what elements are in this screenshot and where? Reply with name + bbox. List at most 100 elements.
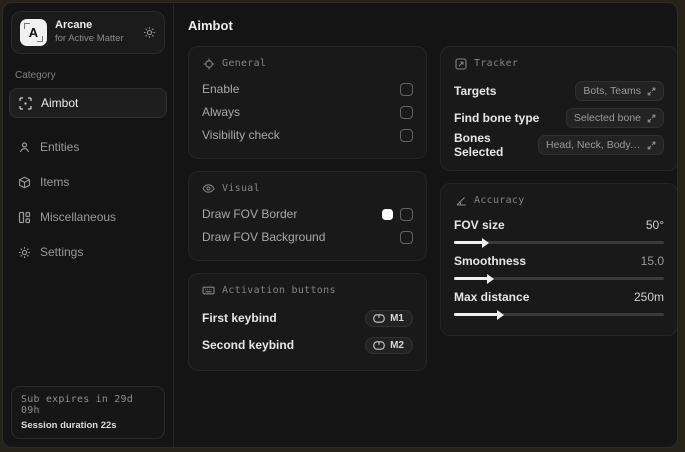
sidebar-item-label: Settings <box>40 245 84 259</box>
find-bone-type-row: Find bone type Selected bone <box>454 105 664 131</box>
fov-size-label: FOV size <box>454 218 505 232</box>
main-content: Aimbot General Enable Always Visibility … <box>174 3 677 447</box>
draw-fov-border-checkbox[interactable] <box>400 207 413 221</box>
second-keybind-value: M2 <box>390 339 404 351</box>
first-keybind-label: First keybind <box>202 311 277 325</box>
sidebar: A Arcane for Active Matter Category Aimb… <box>3 3 174 447</box>
sidebar-item-aimbot[interactable]: Aimbot <box>9 88 167 118</box>
targets-label: Targets <box>454 84 497 98</box>
sidebar-item-label: Miscellaneous <box>40 210 117 224</box>
enable-row: Enable <box>202 78 413 100</box>
cube-icon <box>17 175 31 189</box>
max-distance-slider[interactable] <box>454 309 664 320</box>
category-label: Category <box>15 70 56 81</box>
tracker-card: Tracker Targets Bots, Teams Find bone ty… <box>440 46 677 171</box>
accuracy-card-title: Accuracy <box>474 195 525 206</box>
eye-icon <box>202 182 215 195</box>
sidebar-item-settings[interactable]: Settings <box>9 238 167 266</box>
general-card-title: General <box>222 58 267 69</box>
gear-icon <box>17 245 31 259</box>
targets-value: Bots, Teams <box>583 85 641 97</box>
second-keybind-row: Second keybind M2 <box>202 332 413 358</box>
accuracy-card: Accuracy FOV size 50° Smoothness 15.0 Ma… <box>440 183 677 336</box>
max-distance-label: Max distance <box>454 290 530 304</box>
sidebar-item-items[interactable]: Items <box>9 168 167 196</box>
always-checkbox[interactable] <box>400 105 413 119</box>
visibility-check-checkbox[interactable] <box>400 128 413 142</box>
bones-selected-row: Bones Selected Head, Neck, Body, Pe.. <box>454 131 664 159</box>
first-keybind-value: M1 <box>390 312 404 324</box>
tracker-card-title: Tracker <box>474 58 519 69</box>
brand-title: Arcane <box>55 19 93 32</box>
smoothness-slider[interactable] <box>454 273 664 284</box>
gear-icon[interactable] <box>143 26 156 39</box>
person-radar-icon <box>17 140 31 154</box>
bones-selected-select[interactable]: Head, Neck, Body, Pe.. <box>538 135 664 155</box>
tracker-icon <box>454 57 467 70</box>
smoothness-slider-fill <box>454 273 494 284</box>
targets-select[interactable]: Bots, Teams <box>575 81 664 101</box>
sidebar-item-miscellaneous[interactable]: Miscellaneous <box>9 203 167 231</box>
draw-fov-background-label: Draw FOV Background <box>202 230 326 244</box>
activation-buttons-card: Activation buttons First keybind M1 Seco… <box>188 273 427 371</box>
mouse-icon <box>373 313 385 323</box>
first-keybind-button[interactable]: M1 <box>365 309 413 327</box>
crosshair-icon <box>202 57 215 70</box>
sub-expires-text: Sub expires in 29d 09h <box>21 394 133 416</box>
general-card: General Enable Always Visibility check <box>188 46 427 159</box>
brand-subtitle: for Active Matter <box>55 33 124 45</box>
sidebar-item-label: Aimbot <box>41 96 79 110</box>
brand-text: Arcane for Active Matter <box>55 19 135 45</box>
fov-size-slider-fill <box>454 237 490 248</box>
sidebar-item-label: Entities <box>40 140 80 154</box>
draw-fov-background-checkbox[interactable] <box>400 230 413 244</box>
find-bone-type-value: Selected bone <box>573 112 641 124</box>
category-nav: Aimbot Entities Items Miscellaneous Sett… <box>3 88 173 267</box>
angle-icon <box>454 194 467 207</box>
draw-fov-background-row: Draw FOV Background <box>202 226 413 248</box>
draw-fov-border-row: Draw FOV Border <box>202 203 413 225</box>
smoothness-value: 15.0 <box>640 254 664 268</box>
app-window: A Arcane for Active Matter Category Aimb… <box>2 2 678 448</box>
visual-card: Visual Draw FOV Border Draw FOV Backgrou… <box>188 171 427 261</box>
visual-card-title: Visual <box>222 183 260 194</box>
activation-card-title: Activation buttons <box>222 285 336 296</box>
subscription-info-box: Sub expires in 29d 09h Session duration … <box>11 386 165 439</box>
visibility-check-row: Visibility check <box>202 124 413 146</box>
sidebar-item-entities[interactable]: Entities <box>9 133 167 161</box>
max-distance-slider-fill <box>454 309 505 320</box>
app-logo: A <box>20 19 47 46</box>
fov-size-slider[interactable] <box>454 237 664 248</box>
layout-grid-icon <box>17 210 31 224</box>
smoothness-row: Smoothness 15.0 <box>454 251 664 284</box>
second-keybind-button[interactable]: M2 <box>365 336 413 354</box>
brand-card: A Arcane for Active Matter <box>11 11 165 54</box>
find-bone-type-label: Find bone type <box>454 111 540 125</box>
session-duration-text: Session duration 22s <box>21 420 117 431</box>
first-keybind-row: First keybind M1 <box>202 305 413 331</box>
expand-icon <box>647 87 656 96</box>
targets-row: Targets Bots, Teams <box>454 78 664 104</box>
always-label: Always <box>202 105 241 119</box>
fov-size-value: 50° <box>645 218 664 232</box>
enable-checkbox[interactable] <box>400 82 413 96</box>
bones-selected-label: Bones Selected <box>454 131 504 159</box>
smoothness-label: Smoothness <box>454 254 527 268</box>
always-row: Always <box>202 101 413 123</box>
bones-selected-value: Head, Neck, Body, Pe.. <box>546 139 641 151</box>
second-keybind-label: Second keybind <box>202 338 295 352</box>
draw-fov-border-label: Draw FOV Border <box>202 207 298 221</box>
find-bone-type-select[interactable]: Selected bone <box>565 108 664 128</box>
logo-letter: A <box>28 25 39 40</box>
visibility-check-label: Visibility check <box>202 128 280 142</box>
crosshair-scan-icon <box>18 96 32 110</box>
fov-border-color-swatch[interactable] <box>382 208 393 220</box>
enable-label: Enable <box>202 82 240 96</box>
fov-size-row: FOV size 50° <box>454 215 664 248</box>
max-distance-row: Max distance 250m <box>454 287 664 320</box>
page-title: Aimbot <box>188 18 233 33</box>
max-distance-value: 250m <box>633 290 664 304</box>
expand-icon <box>647 141 656 150</box>
mouse-icon <box>373 340 385 350</box>
expand-icon <box>647 114 656 123</box>
